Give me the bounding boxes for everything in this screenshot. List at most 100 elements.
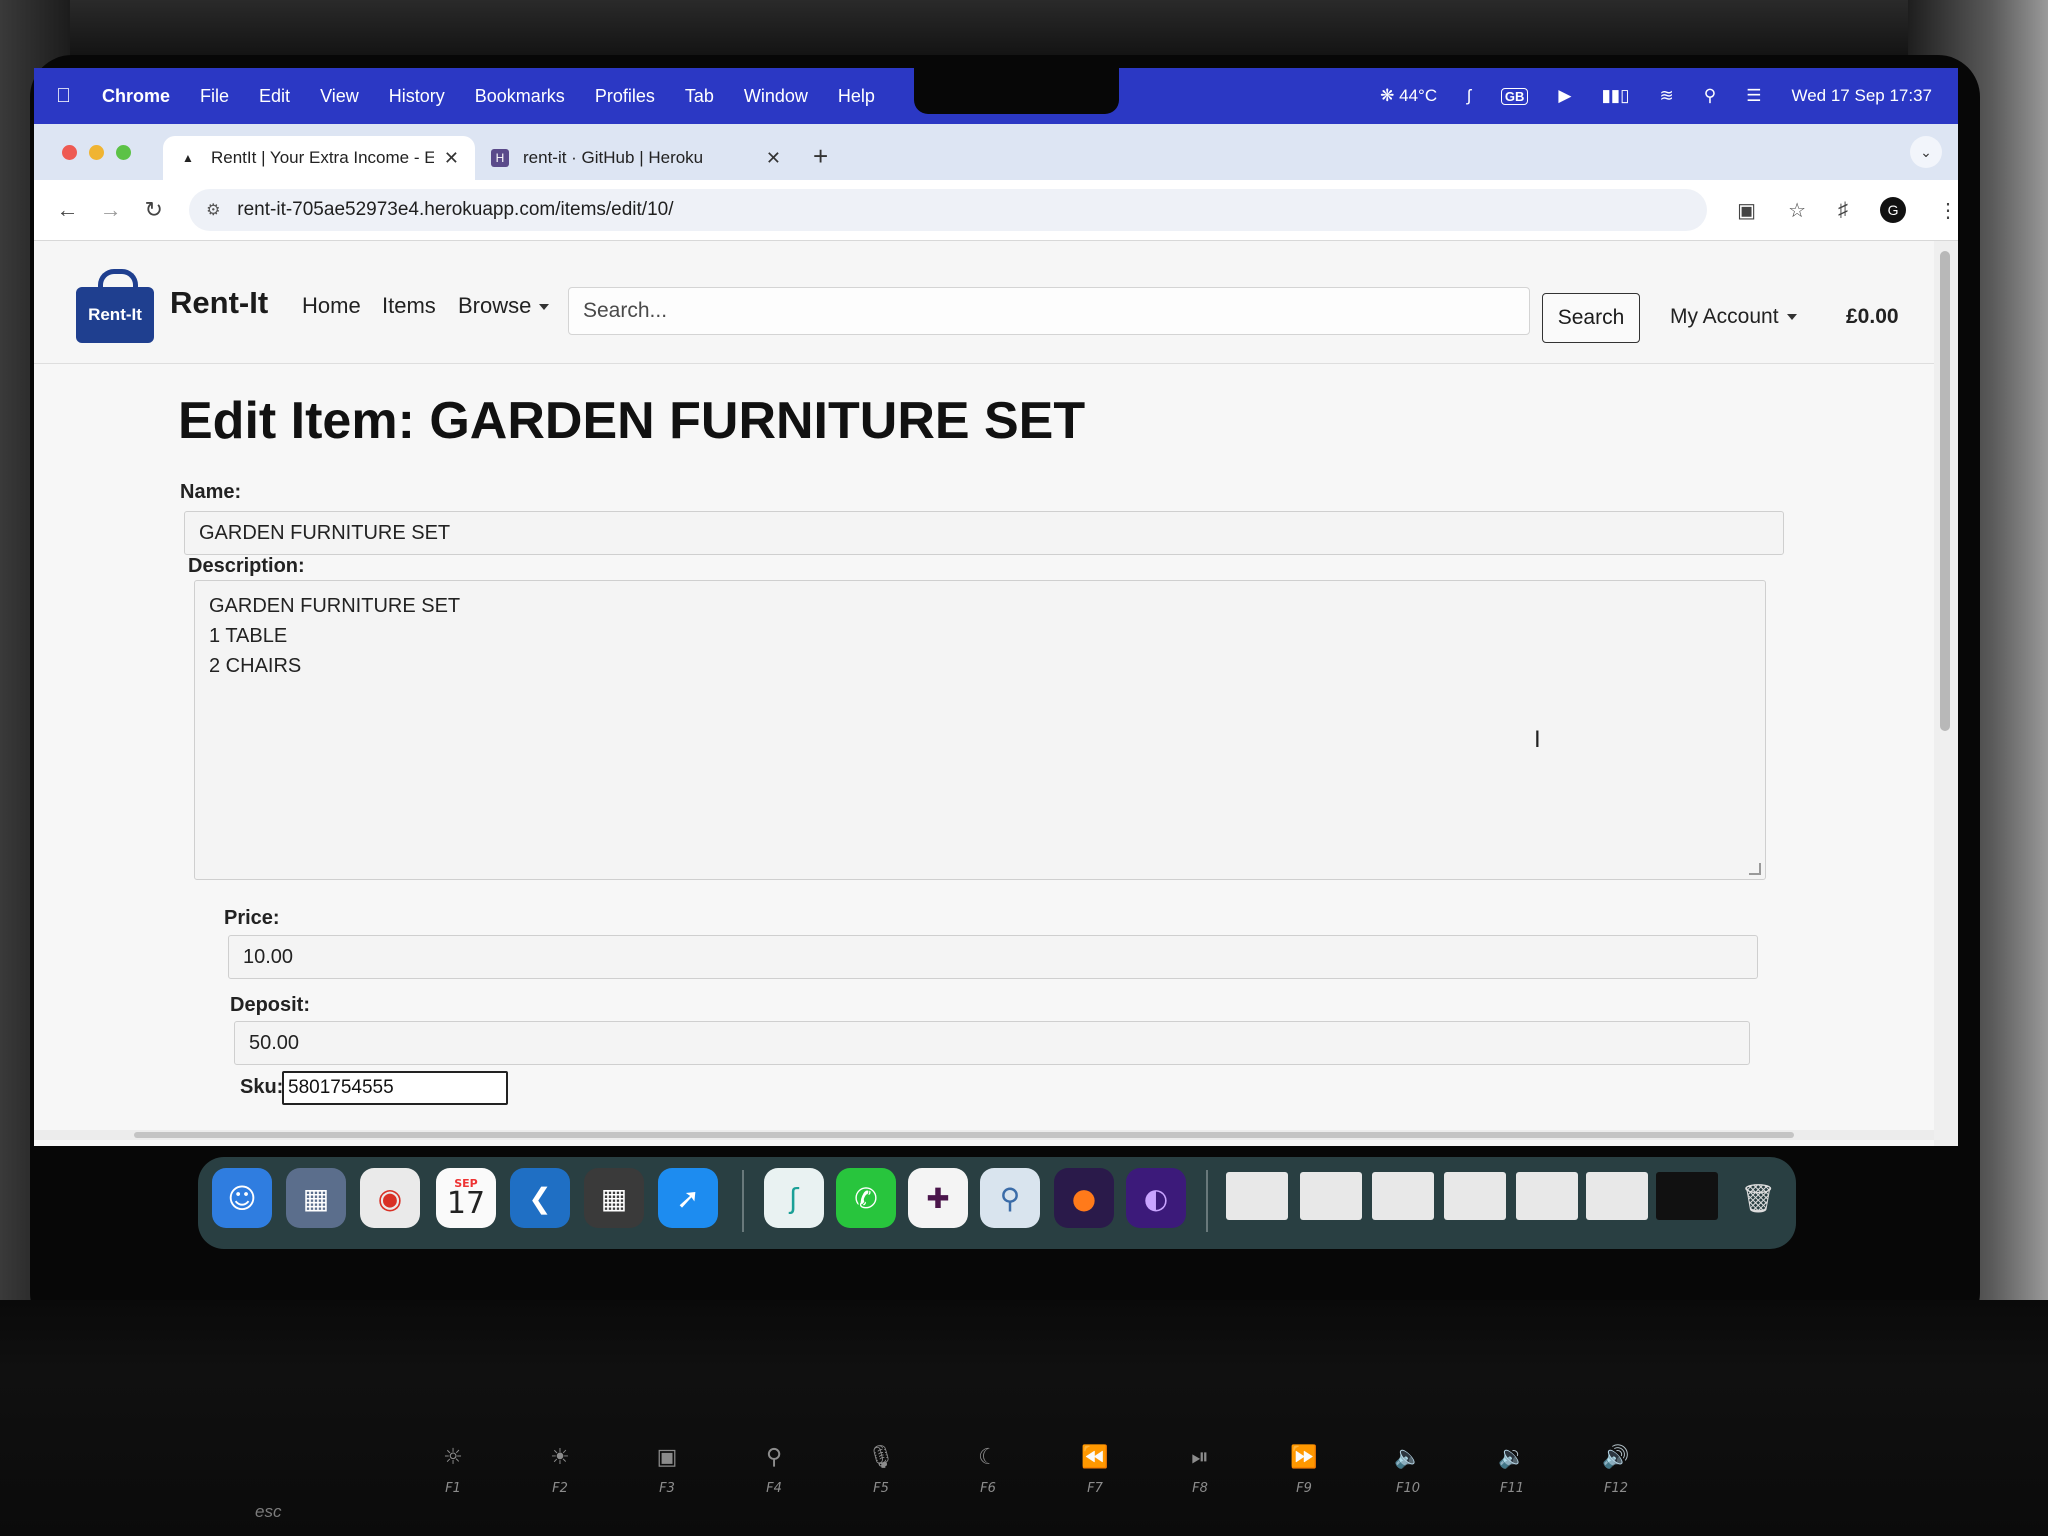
bookmark-star-icon[interactable]: ☆: [1788, 198, 1806, 223]
apple-icon[interactable]: : [56, 85, 102, 108]
site-brand[interactable]: Rent-It: [170, 285, 268, 321]
sku-input[interactable]: [282, 1071, 508, 1105]
site-search-button[interactable]: Search: [1542, 293, 1640, 343]
esc-key[interactable]: esc: [255, 1502, 281, 1522]
temperature-indicator[interactable]: ❋ 44°C: [1380, 86, 1437, 106]
firefox-icon[interactable]: ●: [1054, 1168, 1114, 1228]
close-tab-icon[interactable]: ✕: [766, 148, 781, 169]
vscode-icon[interactable]: ❮: [510, 1168, 570, 1228]
nav-browse-dropdown[interactable]: Browse: [458, 293, 550, 319]
menu-help[interactable]: Help: [838, 86, 875, 107]
launchpad-icon[interactable]: ▦: [286, 1168, 346, 1228]
keychain-icon[interactable]: ⚲: [980, 1168, 1040, 1228]
window-thumbnail[interactable]: [1372, 1172, 1434, 1220]
url-text[interactable]: rent-it-705ae52973e4.herokuapp.com/items…: [237, 199, 673, 221]
window-thumbnail[interactable]: [1444, 1172, 1506, 1220]
f3-key[interactable]: ▣ F3: [617, 1445, 717, 1496]
site-info-icon[interactable]: ⚙: [189, 200, 237, 220]
menu-app-name[interactable]: Chrome: [102, 86, 170, 107]
name-input[interactable]: [184, 511, 1784, 555]
window-thumbnail[interactable]: [1656, 1172, 1718, 1220]
tab-heroku[interactable]: H rent-it · GitHub | Heroku ✕: [475, 136, 797, 180]
deposit-input[interactable]: [234, 1021, 1750, 1065]
window-thumbnail[interactable]: [1300, 1172, 1362, 1220]
f8-key[interactable]: ⏯ F8: [1150, 1445, 1250, 1496]
surfshark-menu-icon[interactable]: ʃ: [1467, 86, 1471, 106]
tab-search-chevron-icon[interactable]: ⌄: [1910, 136, 1942, 168]
battery-icon[interactable]: ▮▮▯: [1601, 86, 1629, 106]
menu-file[interactable]: File: [200, 86, 229, 107]
f7-key[interactable]: ⏪ F7: [1045, 1445, 1145, 1496]
status-area: ❋ 44°C ʃ GB ▶ ▮▮▯ ≋ ⚲ ☰ Wed 17 Sep 17:37: [1380, 68, 1932, 124]
menu-tab[interactable]: Tab: [685, 86, 714, 107]
site-logo[interactable]: Rent-It: [76, 269, 154, 343]
macos-menubar:  Chrome File Edit View History Bookmark…: [34, 68, 1958, 124]
new-tab-icon[interactable]: +: [813, 141, 828, 172]
f2-key[interactable]: ☀ F2: [510, 1445, 610, 1496]
reload-icon[interactable]: ↻: [132, 197, 175, 223]
f6-key[interactable]: ☾ F6: [938, 1445, 1038, 1496]
slack-icon[interactable]: ✚: [908, 1168, 968, 1228]
vertical-scrollbar[interactable]: [1934, 241, 1958, 1146]
f5-key[interactable]: 🎙 F5: [831, 1445, 931, 1496]
calendar-day: 17: [446, 1185, 486, 1221]
menu-bookmarks[interactable]: Bookmarks: [475, 86, 565, 107]
play-pause-icon: ⏯: [1191, 1445, 1209, 1470]
tab-rentit[interactable]: ▲ RentIt | Your Extra Income - E ✕: [163, 136, 475, 180]
control-center-icon[interactable]: ☰: [1746, 86, 1761, 106]
menu-profiles[interactable]: Profiles: [595, 86, 655, 107]
logo-bag: Rent-It: [76, 287, 154, 343]
f12-key[interactable]: 🔊 F12: [1566, 1445, 1666, 1496]
nav-items[interactable]: Items: [382, 293, 436, 319]
input-source-indicator[interactable]: GB: [1500, 87, 1529, 105]
f4-key[interactable]: ⚲ F4: [724, 1445, 824, 1496]
finder-icon[interactable]: ☺: [212, 1168, 272, 1228]
resize-handle-icon[interactable]: [1749, 863, 1761, 875]
calculator-icon[interactable]: ▦: [584, 1168, 644, 1228]
f10-key[interactable]: 🔈 F10: [1358, 1445, 1458, 1496]
f1-key[interactable]: ☼ F1: [403, 1445, 503, 1496]
window-thumbnail[interactable]: [1226, 1172, 1288, 1220]
whatsapp-icon[interactable]: ✆: [836, 1168, 896, 1228]
close-tab-icon[interactable]: ✕: [444, 148, 459, 169]
menu-edit[interactable]: Edit: [259, 86, 290, 107]
scrollbar-thumb[interactable]: [1940, 251, 1950, 731]
menu-history[interactable]: History: [389, 86, 445, 107]
surfshark-icon[interactable]: ʃ: [764, 1168, 824, 1228]
description-textarea[interactable]: GARDEN FURNITURE SET 1 TABLE 2 CHAIRS: [194, 580, 1766, 880]
close-window-button[interactable]: [62, 145, 77, 160]
menubar-clock[interactable]: Wed 17 Sep 17:37: [1791, 86, 1932, 106]
nav-home[interactable]: Home: [302, 293, 361, 319]
scrollbar-thumb[interactable]: [134, 1132, 1794, 1138]
zoom-window-button[interactable]: [116, 145, 131, 160]
extensions-icon[interactable]: ♯: [1838, 199, 1848, 222]
trash-icon[interactable]: 🗑: [1728, 1168, 1788, 1228]
calendar-icon[interactable]: SEP 17: [436, 1168, 496, 1228]
card-icon[interactable]: ▣: [1737, 198, 1756, 223]
menu-view[interactable]: View: [320, 86, 359, 107]
cart-total[interactable]: £0.00: [1846, 305, 1899, 329]
safari-icon[interactable]: ➚: [658, 1168, 718, 1228]
f11-key[interactable]: 🔉 F11: [1462, 1445, 1562, 1496]
forward-icon[interactable]: →: [89, 197, 132, 223]
name-label: Name:: [180, 481, 242, 503]
window-thumbnail[interactable]: [1516, 1172, 1578, 1220]
f9-key[interactable]: ⏩ F9: [1254, 1445, 1354, 1496]
address-bar[interactable]: ⚙ rent-it-705ae52973e4.herokuapp.com/ite…: [189, 189, 1708, 231]
price-input[interactable]: [228, 935, 1758, 979]
spotlight-search-icon[interactable]: ⚲: [1704, 86, 1716, 106]
profile-avatar[interactable]: G: [1880, 197, 1907, 223]
my-account-dropdown[interactable]: My Account: [1670, 305, 1797, 329]
tor-icon[interactable]: ◐: [1126, 1168, 1186, 1228]
wifi-icon[interactable]: ≋: [1660, 86, 1674, 106]
horizontal-scrollbar[interactable]: [34, 1130, 1934, 1140]
window-thumbnail[interactable]: [1586, 1172, 1648, 1220]
menu-window[interactable]: Window: [744, 86, 808, 107]
minimize-window-button[interactable]: [89, 145, 104, 160]
now-playing-icon[interactable]: ▶: [1558, 86, 1571, 106]
chrome-menu-icon[interactable]: ⋮: [1938, 198, 1958, 223]
site-search-input[interactable]: [568, 287, 1530, 335]
fan-icon: ❋: [1380, 86, 1395, 105]
chrome-icon[interactable]: ◉: [360, 1168, 420, 1228]
back-icon[interactable]: ←: [46, 197, 89, 223]
